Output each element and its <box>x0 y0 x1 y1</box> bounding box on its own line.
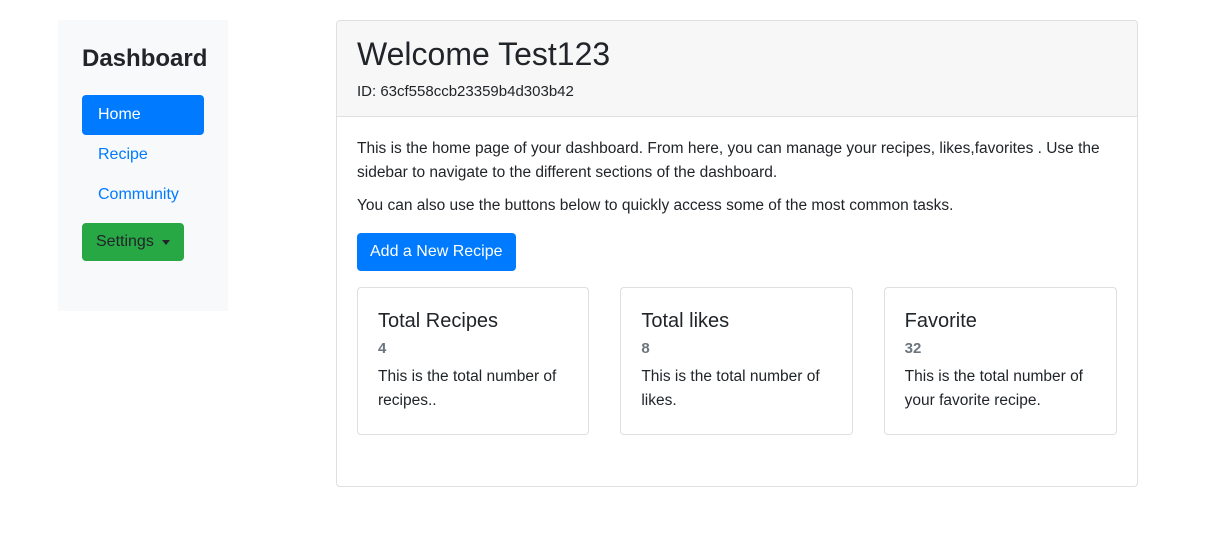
stat-description: This is the total number of your favorit… <box>904 368 1083 409</box>
sidebar: Dashboard Home Recipe Community Settings <box>58 20 228 311</box>
stat-value: 4 <box>378 340 387 357</box>
stat-value: 8 <box>641 340 650 357</box>
stat-title: Total Recipes <box>378 310 499 332</box>
stat-card-likes: Total likes 8 This is the total number o… <box>620 287 853 435</box>
stat-value: 32 <box>904 340 922 357</box>
user-id: ID: 63cf558ccb23359b4d303b42 <box>357 83 574 100</box>
stat-description: This is the total number of likes. <box>641 368 820 409</box>
stat-title: Favorite <box>904 310 977 332</box>
sidebar-title: Dashboard <box>82 45 208 72</box>
page-title: Welcome Test123 <box>357 36 611 72</box>
sidebar-item-home[interactable]: Home <box>82 95 204 135</box>
card-body: This is the home page of your dashboard.… <box>337 117 1137 455</box>
settings-dropdown-button[interactable]: Settings <box>82 223 184 261</box>
add-recipe-button[interactable]: Add a New Recipe <box>357 233 516 271</box>
card-header: Welcome Test123 ID: 63cf558ccb23359b4d30… <box>337 21 1137 117</box>
main-card: Welcome Test123 ID: 63cf558ccb23359b4d30… <box>336 20 1138 487</box>
stat-card-recipes: Total Recipes 4 This is the total number… <box>357 287 590 435</box>
stat-title: Total likes <box>641 310 730 332</box>
intro-text: This is the home page of your dashboard.… <box>357 140 1100 181</box>
sidebar-item-recipe[interactable]: Recipe <box>82 135 204 175</box>
settings-label: Settings <box>96 233 154 250</box>
stats-row: Total Recipes 4 This is the total number… <box>357 287 1117 435</box>
caret-down-icon <box>161 239 170 245</box>
intro-secondary-text: You can also use the buttons below to qu… <box>357 197 954 214</box>
sidebar-item-community[interactable]: Community <box>82 175 204 215</box>
stat-description: This is the total number of recipes.. <box>378 368 557 409</box>
stat-card-favorite: Favorite 32 This is the total number of … <box>883 287 1117 435</box>
